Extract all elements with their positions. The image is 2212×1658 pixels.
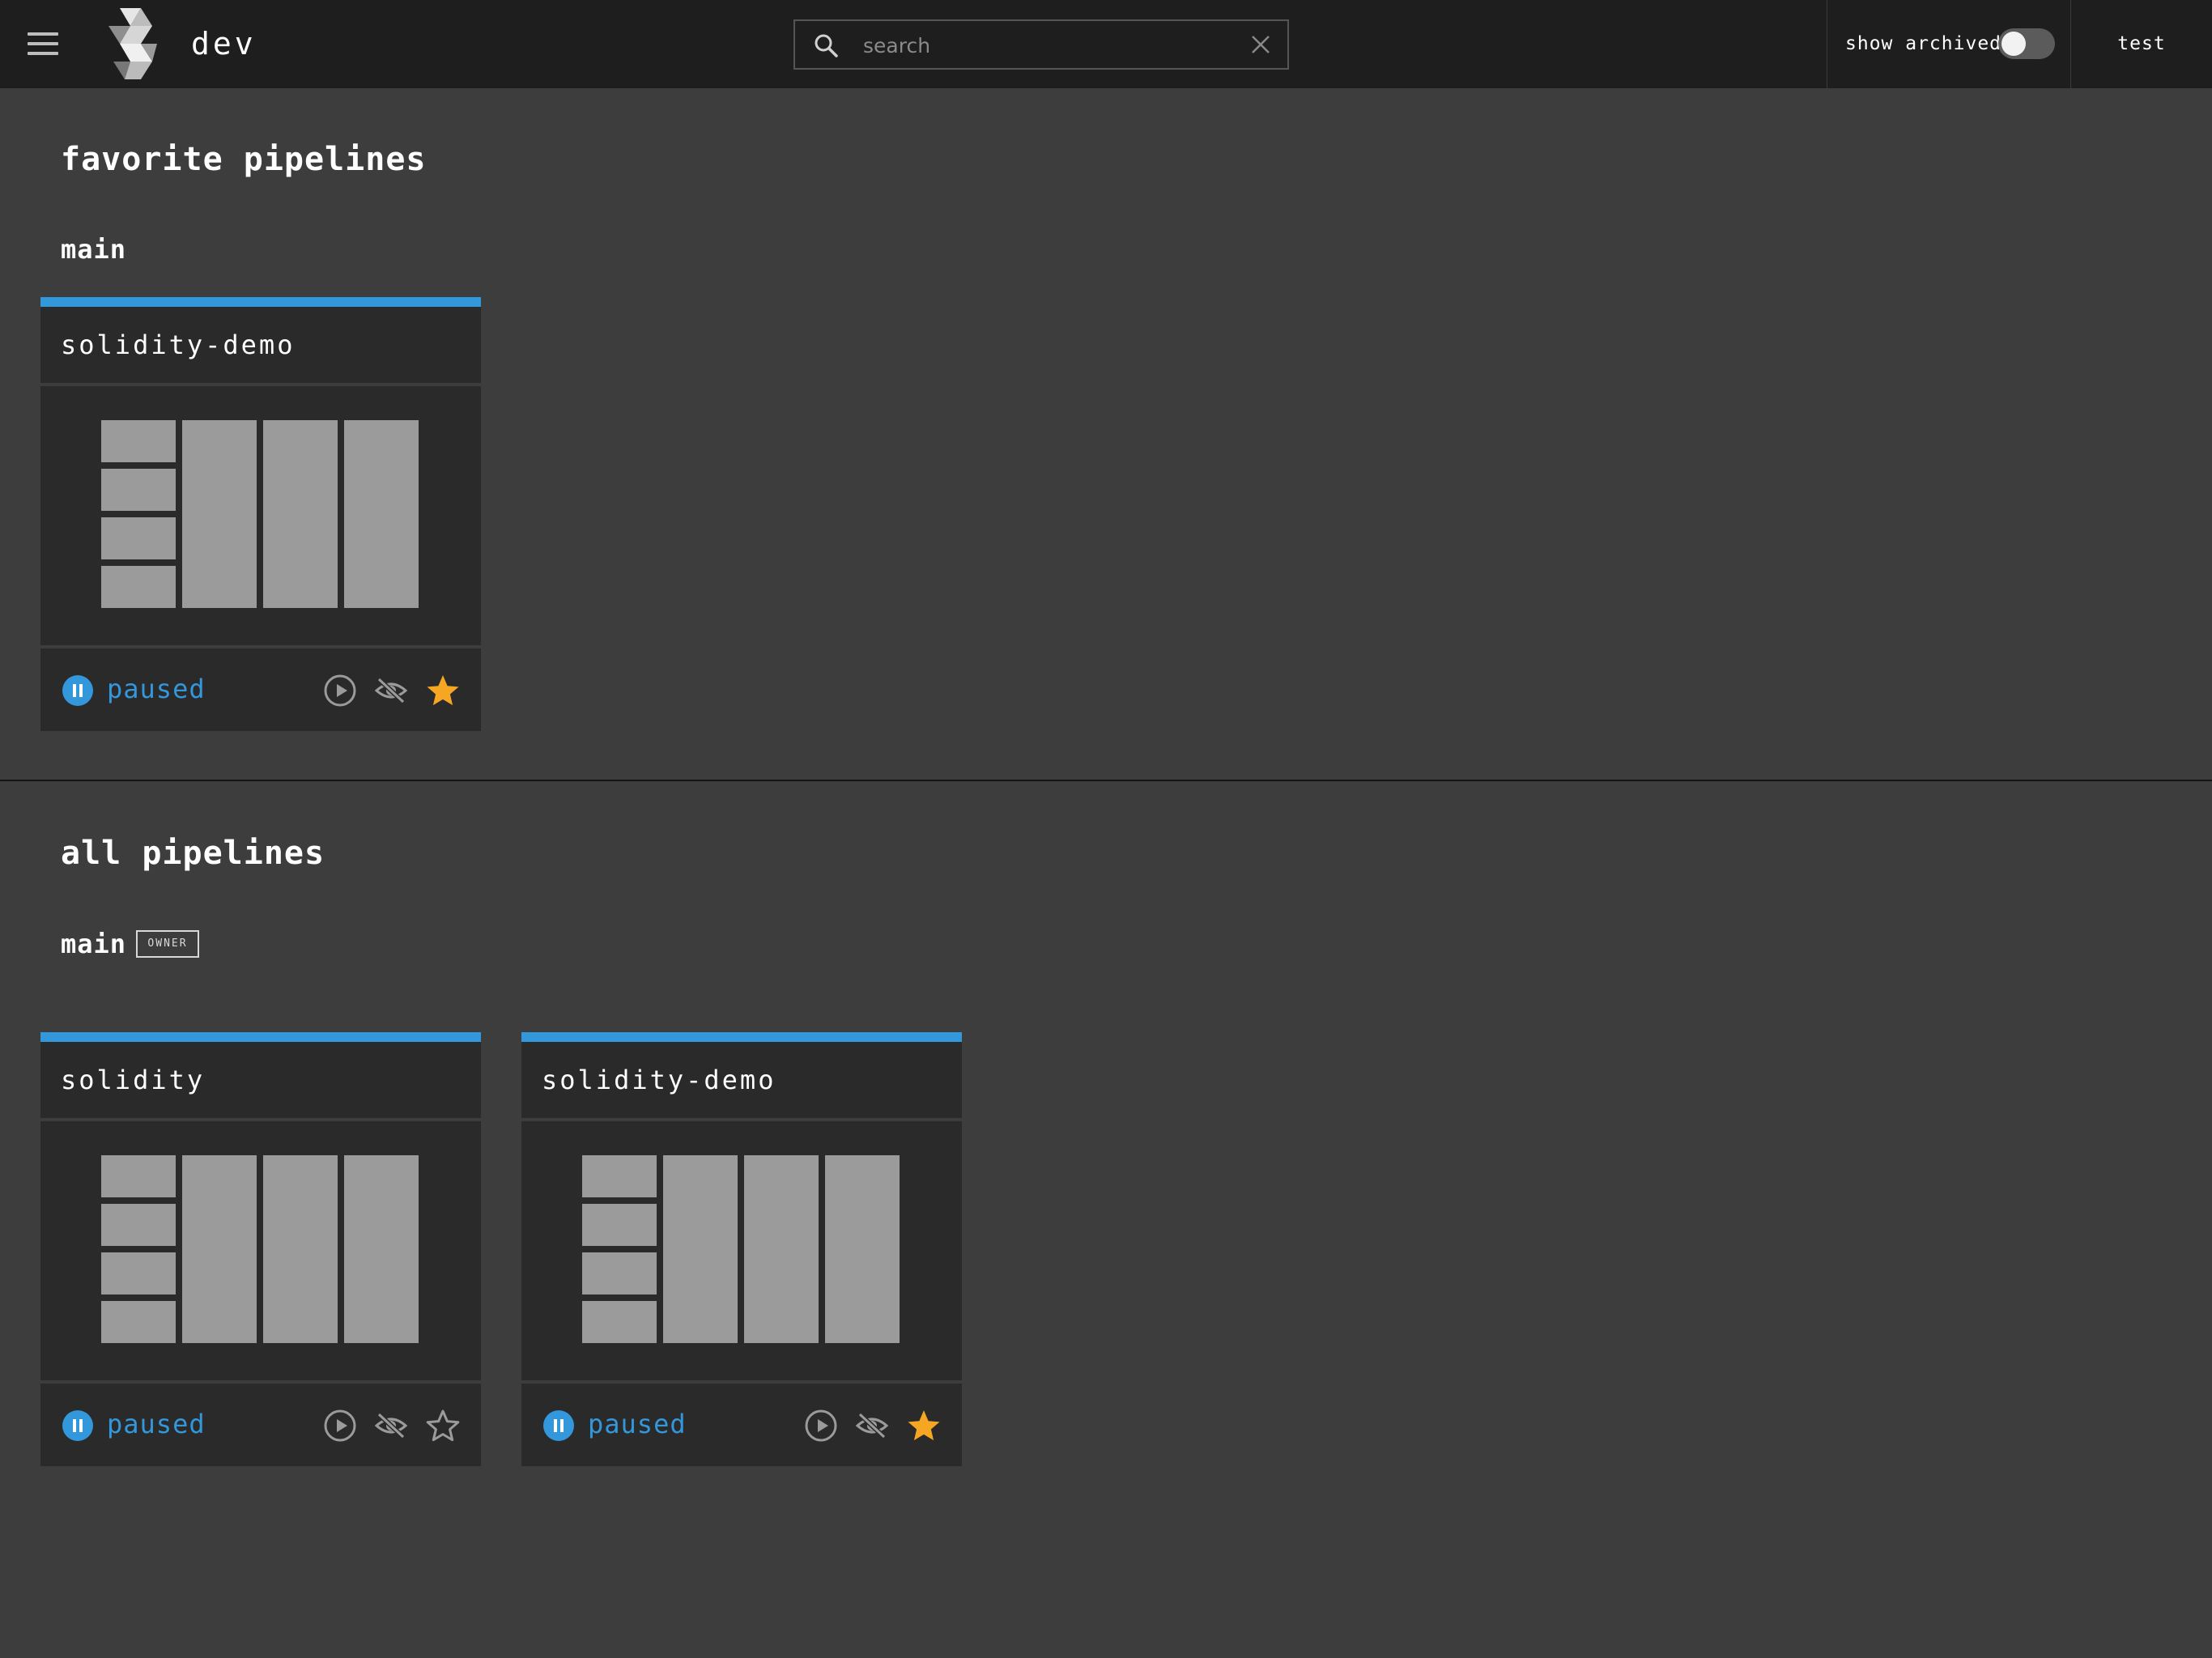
status-text: paused [588,1409,687,1439]
pipeline-preview[interactable] [40,1121,481,1380]
logo-icon [108,8,157,79]
pipeline-name[interactable]: solidity-demo [40,307,481,383]
card-footer: paused [521,1384,962,1466]
pipeline-card: solidity-demo paused [40,297,481,731]
search-box [793,19,1289,70]
star-filled-icon[interactable] [906,1408,942,1443]
search-icon [815,34,838,57]
pipeline-card: solidity paused [40,1032,481,1466]
menu-icon[interactable] [28,32,58,55]
favorites-title: favorite pipelines [61,141,427,178]
play-icon[interactable] [322,1408,358,1443]
show-archived-toggle[interactable] [1998,28,2055,59]
status-bar [521,1032,962,1042]
pause-icon [543,1410,574,1441]
job-box [101,469,176,511]
section-divider [0,780,2212,781]
pause-icon [62,1410,93,1441]
all-team-name: main [61,929,127,959]
pause-icon [62,675,93,706]
card-footer: paused [40,648,481,731]
play-icon[interactable] [803,1408,839,1443]
status-text: paused [107,674,206,704]
job-box [101,1204,176,1246]
job-box [263,1155,338,1343]
top-bar: dev show archived test [0,0,2212,88]
job-box [344,420,419,608]
show-archived-section: show archived [1827,0,2071,88]
job-box [582,1204,657,1246]
all-pipelines-title: all pipelines [61,835,325,872]
eye-off-icon[interactable] [854,1408,890,1443]
play-icon[interactable] [322,673,358,708]
job-box [582,1252,657,1295]
star-filled-icon[interactable] [425,673,461,708]
job-box [101,566,176,608]
job-box [101,517,176,559]
job-box [101,1301,176,1343]
card-footer: paused [40,1384,481,1466]
job-box [263,420,338,608]
close-icon[interactable] [1250,34,1271,55]
owner-badge: OWNER [136,930,199,958]
job-box [101,1252,176,1295]
eye-off-icon[interactable] [373,1408,409,1443]
job-box [582,1155,657,1197]
job-box [182,420,257,608]
job-box [101,420,176,462]
pipeline-card: solidity-demo paused [521,1032,962,1466]
show-archived-label: show archived [1845,33,2002,54]
job-box [101,1155,176,1197]
job-box [825,1155,900,1343]
job-box [663,1155,738,1343]
team-name: dev [191,26,257,62]
job-box [582,1301,657,1343]
pipeline-preview[interactable] [40,386,481,645]
status-text: paused [107,1409,206,1439]
pipeline-preview[interactable] [521,1121,962,1380]
pipeline-name[interactable]: solidity-demo [521,1042,962,1118]
star-outline-icon[interactable] [425,1408,461,1443]
pipeline-name[interactable]: solidity [40,1042,481,1118]
user-menu[interactable]: test [2071,0,2212,88]
status-bar [40,1032,481,1042]
status-bar [40,297,481,307]
search-input[interactable] [863,28,1219,63]
job-box [744,1155,819,1343]
toggle-knob [2001,32,2026,56]
eye-off-icon[interactable] [373,673,409,708]
job-box [344,1155,419,1343]
job-box [182,1155,257,1343]
favorites-team-name: main [61,234,127,265]
